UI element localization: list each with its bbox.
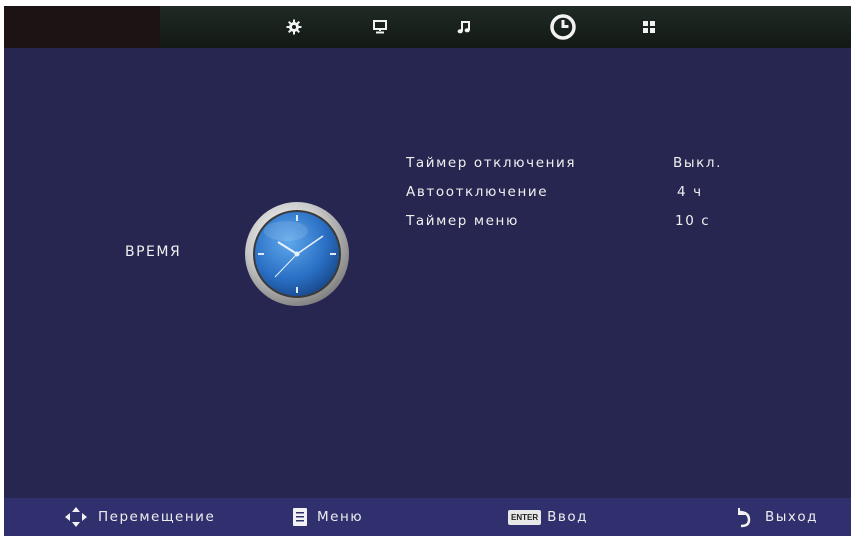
hint-enter: ENTER Ввод bbox=[508, 498, 588, 536]
grid-icon bbox=[643, 21, 655, 33]
analog-clock-icon bbox=[244, 201, 350, 307]
tab-settings[interactable] bbox=[274, 6, 314, 48]
section-title: ВРЕМЯ bbox=[125, 244, 182, 260]
menu-item-auto-off[interactable]: Автоотключение 4 ч bbox=[406, 182, 766, 206]
tab-picture[interactable] bbox=[360, 6, 400, 48]
return-arrow-icon bbox=[738, 508, 751, 528]
menu-item-value: Выкл. bbox=[673, 155, 722, 171]
navigation-arrows-icon bbox=[65, 507, 87, 527]
top-tab-bar bbox=[4, 6, 851, 48]
menu-item-label: Таймер отключения bbox=[406, 155, 577, 171]
menu-list-icon bbox=[293, 508, 307, 526]
main-panel: ВРЕМЯ Таймер отключения Выкл. Автоотключ… bbox=[4, 48, 851, 498]
menu-item-label: Автоотключение bbox=[406, 184, 549, 200]
settings-gear-icon bbox=[286, 19, 302, 35]
clock-icon bbox=[550, 14, 576, 40]
hint-menu: Меню bbox=[293, 498, 363, 536]
bottom-hint-bar: Перемещение Меню ENTER Ввод Выход bbox=[4, 498, 851, 536]
monitor-icon bbox=[373, 20, 387, 34]
tv-osd-screen: ВРЕМЯ Таймер отключения Выкл. Автоотключ… bbox=[4, 6, 851, 536]
hint-enter-label: Ввод bbox=[547, 509, 588, 525]
tab-sound[interactable] bbox=[444, 6, 484, 48]
tab-time[interactable] bbox=[543, 6, 583, 48]
tab-options[interactable] bbox=[629, 6, 669, 48]
enter-key-icon: ENTER bbox=[508, 509, 542, 525]
menu-item-menu-timer[interactable]: Таймер меню 10 с bbox=[406, 211, 766, 235]
menu-item-value: 10 с bbox=[675, 213, 711, 229]
menu-item-label: Таймер меню bbox=[406, 213, 519, 229]
menu-item-value: 4 ч bbox=[677, 184, 703, 200]
menu-item-sleep-timer[interactable]: Таймер отключения Выкл. bbox=[406, 153, 766, 177]
hint-menu-label: Меню bbox=[317, 509, 364, 525]
hint-move-label: Перемещение bbox=[98, 509, 216, 525]
hint-exit-label: Выход bbox=[765, 509, 819, 525]
hint-exit: Выход bbox=[735, 498, 818, 536]
hint-move: Перемещение bbox=[64, 498, 215, 536]
music-note-icon bbox=[457, 21, 470, 34]
topbar-left-panel bbox=[4, 6, 160, 48]
